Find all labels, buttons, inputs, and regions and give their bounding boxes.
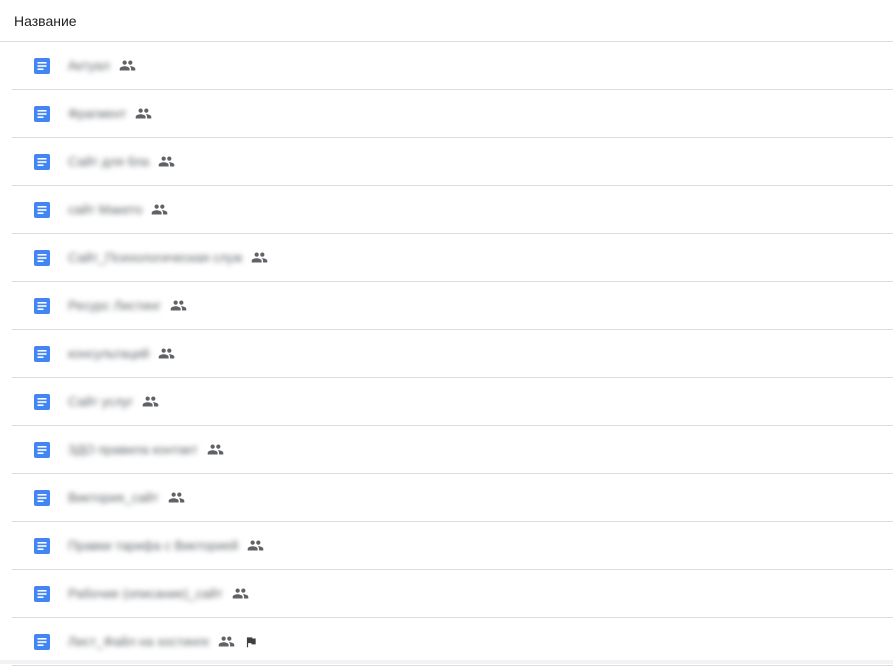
file-row[interactable]: Лист_Файл на хостинге bbox=[12, 618, 893, 666]
file-row[interactable]: сайт Макето bbox=[12, 186, 893, 234]
column-header: Название bbox=[0, 0, 893, 42]
file-row[interactable]: Фрагмент bbox=[12, 90, 893, 138]
file-row[interactable]: Сайт услуг bbox=[12, 378, 893, 426]
google-docs-icon bbox=[34, 249, 50, 266]
file-name[interactable]: консультаций bbox=[68, 346, 149, 361]
file-name[interactable]: Рабочие (описание)_сайт bbox=[68, 586, 223, 601]
file-name[interactable]: Фрагмент bbox=[68, 106, 126, 121]
people-icon bbox=[158, 153, 175, 170]
people-icon bbox=[168, 489, 185, 506]
google-docs-icon bbox=[34, 633, 50, 650]
google-docs-icon bbox=[34, 57, 50, 74]
file-name[interactable]: Сайт_Психологическая служ bbox=[68, 250, 242, 265]
file-name[interactable]: Лист_Файл на хостинге bbox=[68, 634, 209, 649]
google-docs-icon bbox=[34, 489, 50, 506]
file-row[interactable]: Ресурс Листинг bbox=[12, 282, 893, 330]
file-row[interactable]: Виктория_сайт bbox=[12, 474, 893, 522]
people-icon bbox=[232, 585, 249, 602]
people-icon bbox=[247, 537, 264, 554]
people-icon bbox=[170, 297, 187, 314]
google-docs-icon bbox=[34, 201, 50, 218]
people-icon bbox=[218, 633, 235, 650]
file-name[interactable]: Ресурс Листинг bbox=[68, 298, 161, 313]
google-docs-icon bbox=[34, 585, 50, 602]
google-docs-icon bbox=[34, 441, 50, 458]
people-icon bbox=[158, 345, 175, 362]
google-docs-icon bbox=[34, 393, 50, 410]
file-name[interactable]: сайт Макето bbox=[68, 202, 142, 217]
file-row[interactable]: ЗДО правила контакт bbox=[12, 426, 893, 474]
file-name[interactable]: Актуал bbox=[68, 58, 110, 73]
google-docs-icon bbox=[34, 297, 50, 314]
file-name[interactable]: Правки тарифа с Викторией bbox=[68, 538, 238, 553]
google-docs-icon bbox=[34, 537, 50, 554]
file-list: Актуал Фрагмент Сайт для бла сайт Макето Сай… bbox=[0, 42, 893, 666]
file-name[interactable]: Сайт для бла bbox=[68, 154, 149, 169]
file-row[interactable]: Правки тарифа с Викторией bbox=[12, 522, 893, 570]
bottom-scroll-area bbox=[0, 660, 893, 664]
name-column-header[interactable]: Название bbox=[14, 13, 77, 29]
people-icon bbox=[151, 201, 168, 218]
people-icon bbox=[119, 57, 136, 74]
file-row[interactable]: Рабочие (описание)_сайт bbox=[12, 570, 893, 618]
file-name[interactable]: ЗДО правила контакт bbox=[68, 442, 198, 457]
people-icon bbox=[251, 249, 268, 266]
people-icon bbox=[142, 393, 159, 410]
people-icon bbox=[135, 105, 152, 122]
flag-icon bbox=[244, 635, 258, 649]
file-name[interactable]: Виктория_сайт bbox=[68, 490, 159, 505]
file-row[interactable]: Сайт для бла bbox=[12, 138, 893, 186]
google-docs-icon bbox=[34, 105, 50, 122]
google-docs-icon bbox=[34, 345, 50, 362]
file-row[interactable]: консультаций bbox=[12, 330, 893, 378]
file-row[interactable]: Актуал bbox=[12, 42, 893, 90]
people-icon bbox=[207, 441, 224, 458]
google-docs-icon bbox=[34, 153, 50, 170]
file-row[interactable]: Сайт_Психологическая служ bbox=[12, 234, 893, 282]
file-name[interactable]: Сайт услуг bbox=[68, 394, 133, 409]
